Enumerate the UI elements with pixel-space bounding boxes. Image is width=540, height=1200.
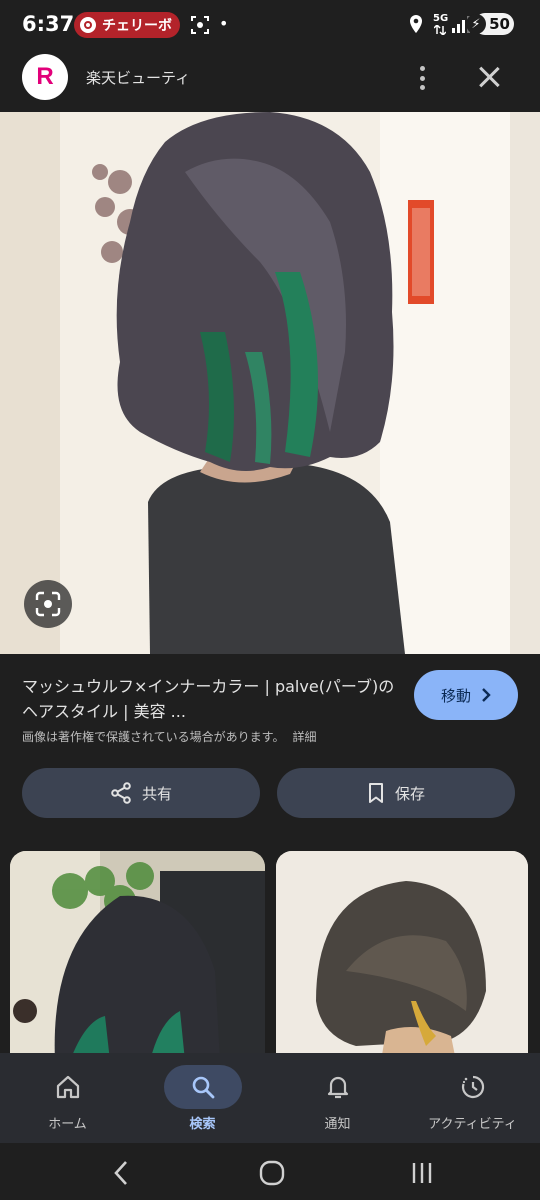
copyright-text: 画像は著作権で保護されている場合があります。: [22, 730, 285, 744]
result-title[interactable]: マッシュウルフ×インナーカラー | palve(パーブ)のヘアスタイル | 美容…: [22, 674, 400, 724]
clock: 6:37: [22, 12, 75, 36]
visit-button-label: 移動: [440, 686, 471, 705]
home-icon: [29, 1065, 107, 1109]
visit-button[interactable]: 移動: [414, 670, 518, 720]
home-button-icon[interactable]: [252, 1153, 292, 1193]
share-label: 共有: [141, 784, 172, 803]
share-icon: [111, 782, 131, 804]
site-name[interactable]: 楽天ビューティ: [86, 67, 190, 88]
save-button[interactable]: 保存: [277, 768, 515, 818]
search-icon: [163, 1065, 242, 1109]
nav-activity-label: アクティビティ: [428, 1117, 517, 1132]
notification-pill[interactable]: チェリーボ: [74, 12, 180, 38]
related-photo-1: [10, 851, 265, 1061]
bottom-navigation: ホーム 検索 通知 アクティビティ: [0, 1053, 540, 1143]
share-button[interactable]: 共有: [22, 768, 260, 818]
copyright-notice: 画像は著作権で保護されている場合があります。 詳細: [22, 728, 316, 745]
battery-level: 50: [489, 15, 510, 33]
result-image[interactable]: [0, 112, 540, 654]
nav-home[interactable]: ホーム: [0, 1053, 135, 1143]
nav-notifications[interactable]: 通知: [270, 1053, 405, 1143]
more-options-icon[interactable]: [408, 64, 436, 92]
notification-label: チェリーボ: [102, 18, 172, 34]
related-photo-2: [276, 851, 528, 1061]
close-icon[interactable]: [474, 62, 504, 92]
status-bar: 6:37 チェリーボ • 5G ⚡ 50: [0, 0, 540, 50]
detail-link[interactable]: 詳細: [292, 730, 316, 744]
back-icon[interactable]: [102, 1153, 142, 1193]
bell-icon: [299, 1065, 377, 1109]
source-header: R 楽天ビューティ: [0, 50, 540, 112]
related-image-2[interactable]: [276, 851, 528, 1061]
dot-icon: •: [219, 14, 229, 33]
logo-letter: R: [36, 63, 54, 90]
chevron-right-icon: [482, 688, 491, 702]
system-navigation: [0, 1143, 540, 1200]
location-icon: [410, 15, 422, 33]
save-label: 保存: [394, 784, 425, 803]
nav-search[interactable]: 検索: [135, 1053, 270, 1143]
activity-icon: [434, 1065, 512, 1109]
screenshot-icon: [191, 16, 209, 34]
related-image-1[interactable]: [10, 851, 265, 1061]
bookmark-icon: [368, 783, 383, 803]
network-type: 5G: [433, 13, 449, 24]
hairstyle-photo: [0, 112, 540, 654]
nav-notifications-label: 通知: [324, 1117, 351, 1132]
record-icon: [80, 17, 96, 33]
nav-search-label: 検索: [189, 1117, 216, 1132]
battery-indicator: ⚡ 50: [466, 13, 514, 35]
nav-home-label: ホーム: [48, 1117, 87, 1132]
google-lens-button[interactable]: [24, 580, 72, 628]
site-logo[interactable]: R: [22, 54, 68, 100]
recent-apps-icon[interactable]: [402, 1153, 442, 1193]
nav-activity[interactable]: アクティビティ: [405, 1053, 540, 1143]
charging-icon: ⚡: [466, 14, 486, 34]
lens-icon: [35, 591, 61, 617]
data-arrows-icon: [434, 25, 446, 35]
